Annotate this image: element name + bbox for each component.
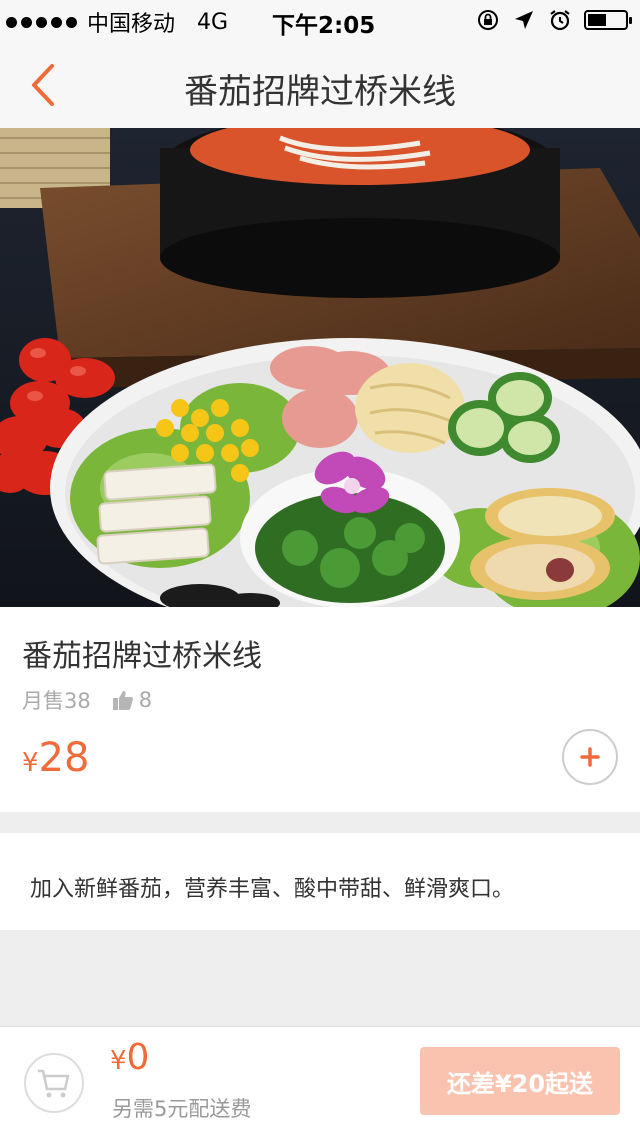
product-description-card: 加入新鲜番茄，营养丰富、酸中带甜、鲜滑爽口。 [0, 833, 640, 930]
delivery-fee-note: 另需5元配送费 [112, 1097, 252, 1121]
navigation-bar: 番茄招牌过桥米线 [0, 40, 640, 129]
shopping-cart-icon [38, 1069, 70, 1098]
product-name: 番茄招牌过桥米线 [22, 639, 262, 674]
location-arrow-icon [515, 11, 533, 29]
status-left: 中国移动 4G [6, 6, 228, 38]
product-photo-illustration [0, 128, 640, 607]
alarm-icon [550, 10, 570, 31]
product-stats: 月售38 8 [22, 685, 152, 715]
cart-bar: ¥0 另需5元配送费 还差¥20起送 [0, 1026, 640, 1137]
carrier-name: 中国移动 [87, 12, 176, 37]
checkout-button[interactable]: 还差¥20起送 [420, 1047, 620, 1115]
status-bar: 中国移动 4G 下午2:05 [0, 0, 640, 40]
like-count: 8 [138, 688, 153, 712]
monthly-sales: 月售38 [22, 689, 91, 713]
cart-total: ¥0 [110, 1037, 149, 1078]
product-info-card: 番茄招牌过桥米线 月售38 8 ¥28 [0, 607, 640, 812]
product-price: ¥28 [22, 735, 89, 781]
battery-icon [584, 10, 632, 30]
total-value: 0 [126, 1037, 150, 1078]
plus-icon [580, 747, 600, 767]
signal-strength-icon [6, 16, 77, 28]
product-image [0, 128, 640, 607]
add-to-cart-button[interactable] [562, 729, 618, 785]
page-title: 番茄招牌过桥米线 [184, 72, 456, 112]
cart-button[interactable] [24, 1053, 84, 1113]
price-value: 28 [38, 735, 90, 781]
status-time: 下午2:05 [272, 13, 376, 39]
product-description: 加入新鲜番茄，营养丰富、酸中带甜、鲜滑爽口。 [30, 877, 515, 902]
rotation-lock-icon [478, 10, 498, 30]
thumbs-up-icon [112, 691, 133, 710]
price-currency: ¥ [22, 748, 39, 778]
total-currency: ¥ [110, 1046, 127, 1076]
network-type: 4G [197, 9, 229, 35]
status-right [476, 8, 632, 32]
